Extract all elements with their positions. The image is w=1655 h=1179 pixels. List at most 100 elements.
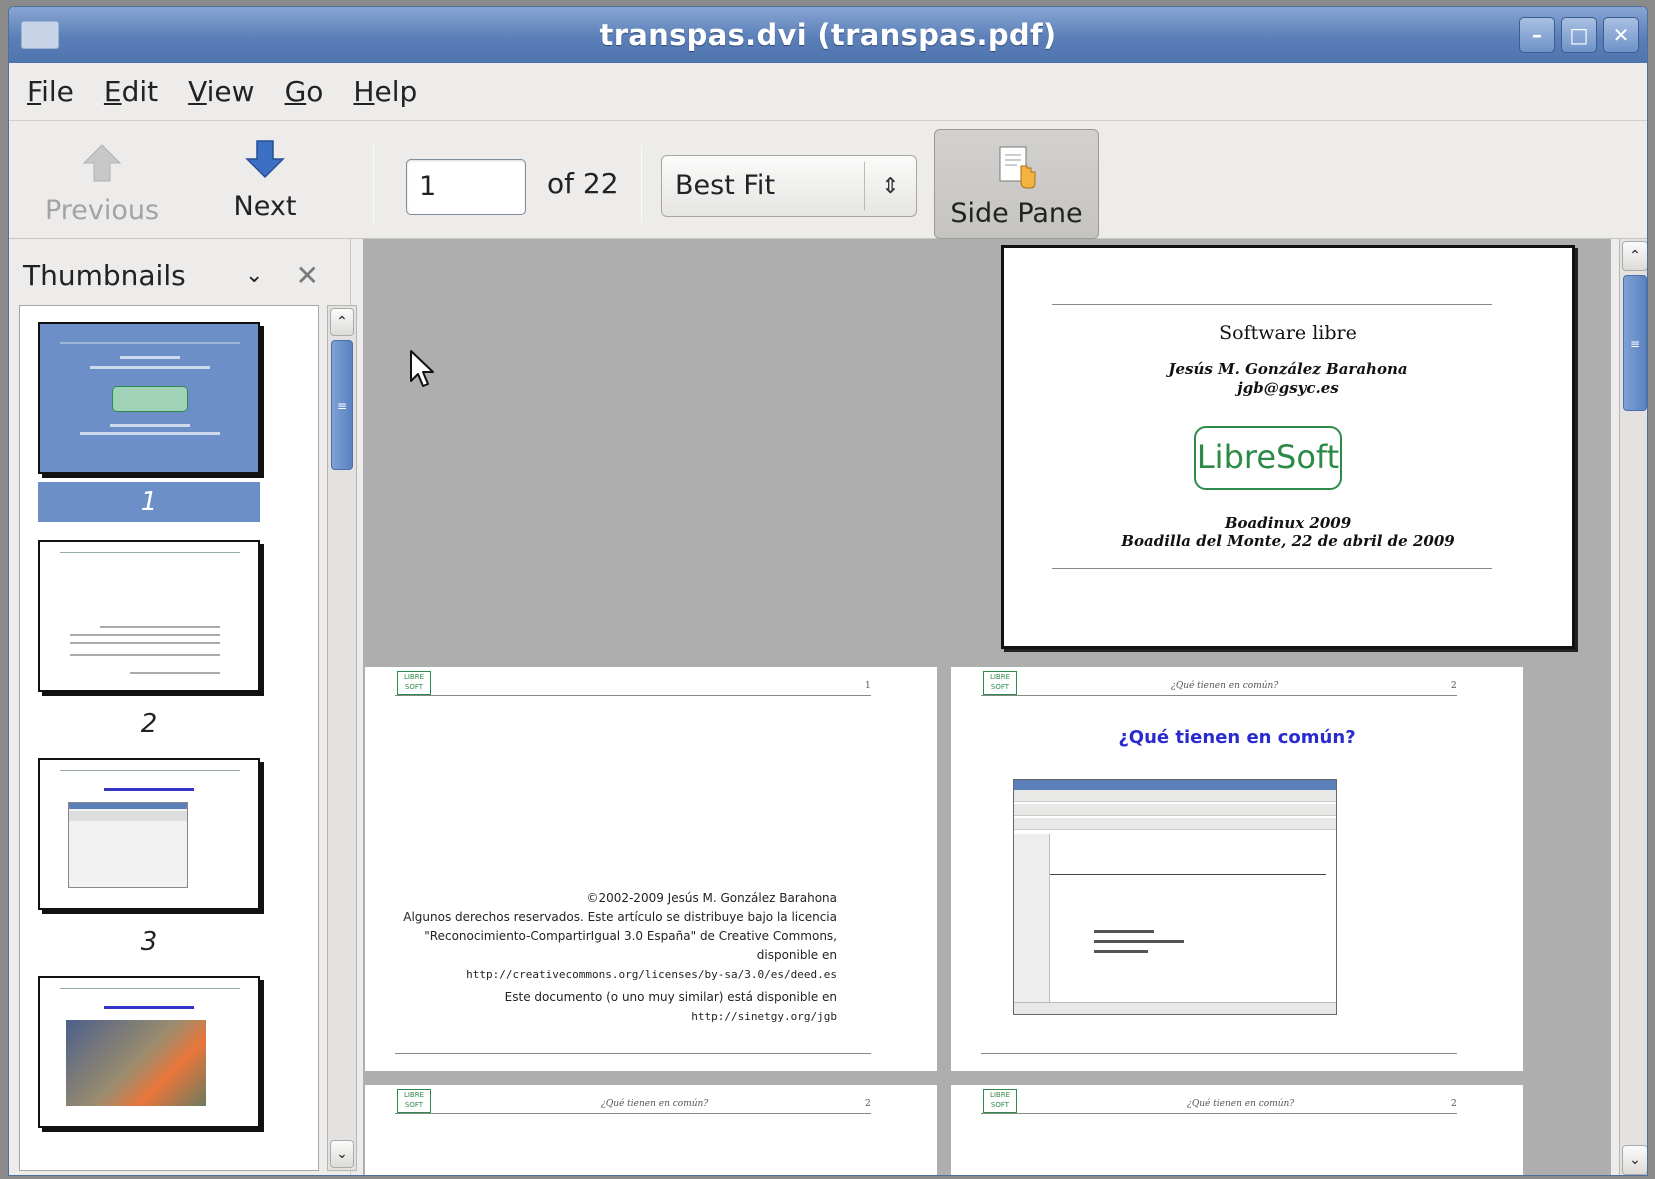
page-header: ¿Qué tienen en común?	[601, 1099, 709, 1109]
menu-help[interactable]: Help	[353, 75, 417, 108]
scroll-thumb[interactable]: ≡	[1623, 275, 1647, 411]
side-pane-toggle-button[interactable]: Side Pane	[934, 129, 1099, 239]
libresoft-mini-logo: LIBRE SOFT	[983, 1089, 1017, 1113]
page-rule	[981, 1053, 1457, 1054]
page-number: 2	[1451, 1099, 1457, 1109]
embedded-screenshot	[1013, 779, 1337, 1015]
document-view[interactable]: Software libre Jesús M. González Barahon…	[363, 239, 1611, 1175]
preview-heading	[104, 1006, 194, 1009]
previous-label: Previous	[44, 195, 160, 226]
thumbnail-item[interactable]: 3	[38, 758, 260, 962]
menu-file[interactable]: File	[27, 75, 74, 108]
document-page-1[interactable]: Software libre Jesús M. González Barahon…	[1001, 245, 1575, 649]
preview-rule	[60, 552, 240, 553]
close-icon: ✕	[1612, 23, 1630, 47]
preview-screenshot	[68, 802, 188, 888]
zoom-select[interactable]: Best Fit ⇕	[661, 155, 917, 217]
preview-text	[80, 432, 220, 435]
page-number: 2	[865, 1099, 871, 1109]
document-page-2[interactable]: LIBRE SOFT 1 ©2002-2009 Jesús M. González…	[365, 667, 937, 1071]
document-page-5[interactable]: LIBRE SOFT ¿Qué tienen en común? 2	[951, 1085, 1523, 1175]
document-page-4[interactable]: LIBRE SOFT ¿Qué tienen en común? 2	[365, 1085, 937, 1175]
minimize-icon: –	[1532, 23, 1542, 47]
window-menu-icon[interactable]	[21, 21, 59, 49]
maximize-button[interactable]: □	[1561, 17, 1597, 53]
menu-go-mnemonic: G	[284, 75, 307, 108]
previous-page-button[interactable]: Previous	[37, 139, 167, 226]
sidebar-header: Thumbnails ⌄ ✕	[23, 251, 343, 299]
page-rule	[1052, 568, 1492, 569]
page-rule	[981, 1113, 1457, 1114]
page-number-input[interactable]: 1	[406, 159, 526, 215]
libresoft-logo: LibreSoft	[1194, 426, 1342, 490]
chevron-down-icon[interactable]: ⌄	[245, 263, 263, 288]
preview-text	[100, 626, 220, 628]
document-viewer-window: transpas.dvi (transpas.pdf) – □ ✕ File E…	[8, 6, 1648, 1176]
thumbnail-number: 3	[140, 927, 158, 957]
minimize-button[interactable]: –	[1519, 17, 1555, 53]
toolbar: Previous Next 1 of 22 Best Fit ⇕ Side Pa…	[9, 121, 1647, 239]
thumbnail-item[interactable]: 1	[38, 322, 260, 522]
menu-edit-mnemonic: E	[103, 75, 122, 108]
side-pane-label: Side Pane	[950, 198, 1083, 229]
thumbnail-page-preview	[38, 540, 260, 692]
scroll-down-icon[interactable]: ⌄	[330, 1140, 354, 1168]
page-author: Jesús M. González Barahona	[1168, 360, 1408, 378]
side-pane-icon	[997, 144, 1037, 190]
preview-text	[130, 672, 220, 674]
preview-text	[70, 654, 220, 656]
page-rule	[395, 1053, 871, 1054]
thumbnail-page-preview	[38, 758, 260, 910]
menu-go-label: o	[306, 75, 324, 108]
availability-line: Este documento (o uno muy similar) está …	[504, 990, 837, 1004]
preview-heading	[104, 788, 194, 791]
libresoft-mini-logo: LIBRE SOFT	[983, 671, 1017, 695]
thumbnail-item[interactable]	[38, 976, 260, 1170]
document-scrollbar[interactable]: ⌃ ≡ ⌄	[1619, 239, 1647, 1175]
scroll-thumb[interactable]: ≡	[331, 340, 353, 470]
toolbar-separator	[641, 145, 642, 223]
page-rule	[395, 695, 871, 696]
menu-view-mnemonic: V	[188, 75, 207, 108]
preview-text	[70, 642, 220, 644]
copyright-block: ©2002-2009 Jesús M. González Barahona Al…	[397, 889, 837, 1026]
scroll-down-icon[interactable]: ⌄	[1622, 1145, 1647, 1175]
thumbnail-item[interactable]: 2	[38, 540, 260, 744]
thumbnail-number	[38, 1140, 260, 1170]
page-title: Software libre	[1219, 322, 1357, 344]
page-rule	[981, 695, 1457, 696]
page-rule	[1052, 304, 1492, 305]
scroll-up-icon[interactable]: ⌃	[1622, 241, 1647, 271]
license-line: Algunos derechos reservados. Este artícu…	[403, 910, 837, 924]
menu-go[interactable]: Go	[285, 75, 324, 108]
page-email: jgb@gsyc.es	[1237, 379, 1339, 397]
thumbnail-scrollbar[interactable]: ⌃ ≡ ⌄	[327, 305, 357, 1171]
page-count-label: of 22	[547, 167, 619, 200]
thumbnail-list[interactable]: 1 2 3	[19, 305, 319, 1171]
arrow-down-icon	[243, 135, 287, 183]
thumbnail-page-preview	[38, 322, 260, 474]
scroll-up-icon[interactable]: ⌃	[330, 308, 354, 336]
close-window-button[interactable]: ✕	[1603, 17, 1639, 53]
close-sidebar-icon[interactable]: ✕	[295, 259, 318, 292]
sidebar-mode-label[interactable]: Thumbnails	[23, 259, 223, 292]
license-url: http://creativecommons.org/licenses/by-s…	[466, 968, 837, 981]
preview-rule	[60, 988, 240, 989]
preview-rule	[60, 770, 240, 771]
menu-edit-label: dit	[121, 75, 159, 108]
menu-edit[interactable]: Edit	[104, 75, 158, 108]
title-bar[interactable]: transpas.dvi (transpas.pdf) – □ ✕	[9, 7, 1647, 63]
document-page-3[interactable]: LIBRE SOFT ¿Qué tienen en común? 2 ¿Qué t…	[951, 667, 1523, 1071]
license-line: "Reconocimiento-CompartirIgual 3.0 Españ…	[424, 929, 837, 943]
menu-file-label: ile	[41, 75, 74, 108]
page-number: 2	[1451, 681, 1457, 691]
preview-photo	[66, 1020, 206, 1106]
menu-view[interactable]: View	[188, 75, 254, 108]
libresoft-mini-logo: LIBRE SOFT	[397, 671, 431, 695]
arrow-up-icon	[80, 139, 124, 187]
sidebar: Thumbnails ⌄ ✕ 1 2 3 ⌃ ≡ ⌄	[9, 239, 357, 1175]
next-page-button[interactable]: Next	[205, 135, 325, 222]
license-line: disponible en	[756, 948, 837, 962]
menu-help-mnemonic: H	[353, 75, 375, 108]
copyright-line: ©2002-2009 Jesús M. González Barahona	[586, 891, 837, 905]
